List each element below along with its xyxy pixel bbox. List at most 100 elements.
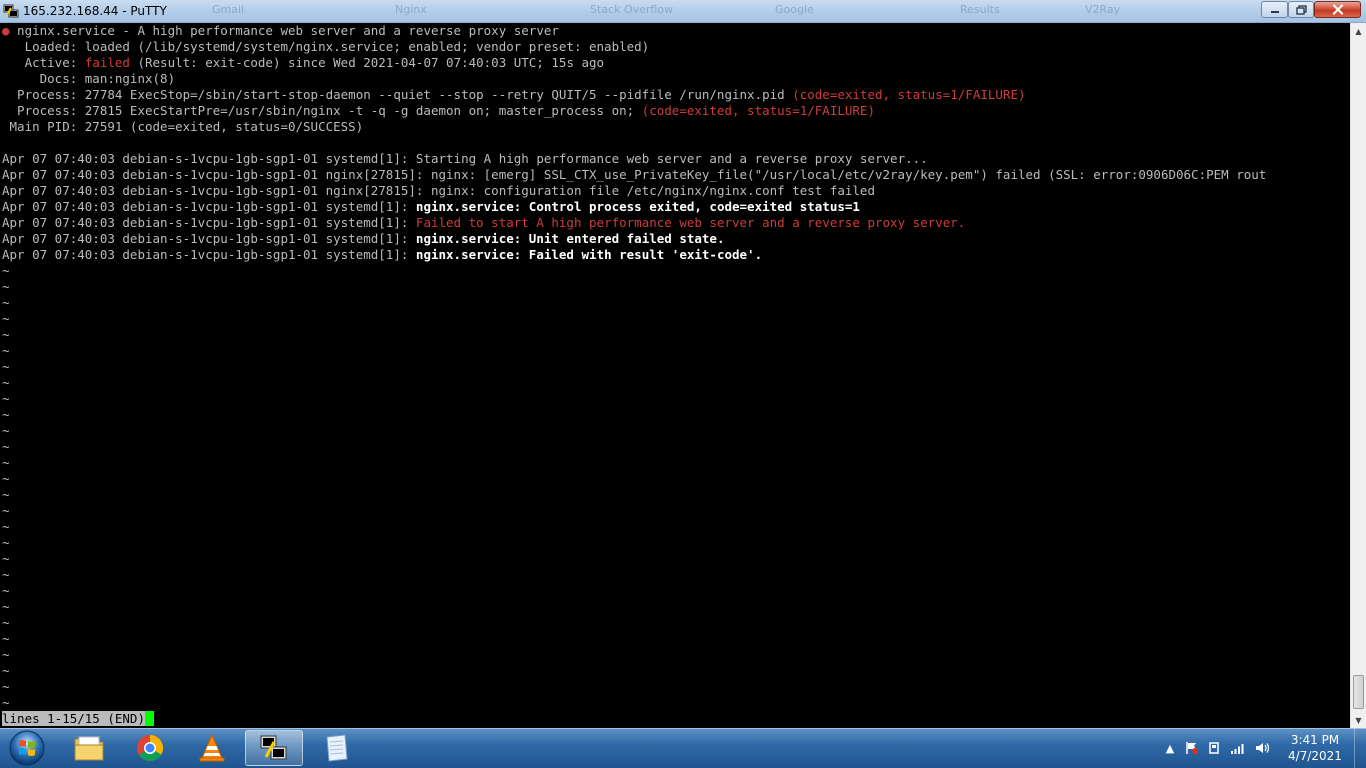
status-process-line: Process: 27784 ExecStop=/sbin/start-stop… [2, 87, 1026, 102]
network-signal-icon[interactable] [1230, 740, 1246, 756]
log-prefix: Apr 07 07:40:03 debian-s-1vcpu-1gb-sgp1-… [2, 151, 416, 166]
putty-icon [3, 4, 19, 18]
log-line: Apr 07 07:40:03 debian-s-1vcpu-1gb-sgp1-… [2, 215, 965, 231]
taskbar-vlc[interactable] [183, 730, 241, 766]
pager-tilde: ~ [2, 439, 10, 454]
clock-date: 4/7/2021 [1288, 749, 1342, 763]
log-line: Apr 07 07:40:03 debian-s-1vcpu-1gb-sgp1-… [2, 199, 860, 215]
action-center-flag-icon[interactable] [1184, 740, 1200, 756]
volume-icon[interactable] [1255, 740, 1271, 756]
pager-tilde: ~ [2, 487, 10, 502]
background-tab: V2Ray [1085, 3, 1121, 16]
pager-tilde: ~ [2, 343, 10, 358]
pager-tilde: ~ [2, 647, 10, 662]
windows-orb-icon [9, 730, 45, 766]
restore-icon [1295, 4, 1307, 15]
taskbar-explorer[interactable] [60, 730, 118, 766]
status-active-line: Active: failed (Result: exit-code) since… [2, 55, 605, 70]
folder-icon [74, 736, 104, 761]
close-button[interactable] [1314, 1, 1361, 18]
start-button[interactable] [4, 729, 50, 767]
taskbar-clock[interactable]: 3:41 PM 4/7/2021 [1280, 732, 1350, 764]
close-icon [1332, 4, 1343, 15]
pager-tilde: ~ [2, 295, 10, 310]
status-main-pid-line: Main PID: 27591 (code=exited, status=0/S… [2, 119, 364, 134]
status-process-line: Process: 27815 ExecStartPre=/usr/sbin/ng… [2, 103, 875, 118]
background-tab: Stack Overflow [590, 3, 674, 16]
log-message: nginx.service: Failed with result 'exit-… [415, 247, 763, 262]
taskbar-chrome[interactable] [121, 730, 179, 766]
pager-tilde: ~ [2, 583, 10, 598]
log-message: Failed to start A high performance web s… [415, 215, 966, 230]
title-bar[interactable]: 165.232.168.44 - PuTTY Gmail Nginx Stack… [0, 0, 1366, 23]
pager-tilde: ~ [2, 551, 10, 566]
log-message: nginx: [emerg] SSL_CTX_use_PrivateKey_fi… [430, 167, 1267, 182]
log-prefix: Apr 07 07:40:03 debian-s-1vcpu-1gb-sgp1-… [2, 215, 416, 230]
clock-time: 3:41 PM [1290, 733, 1340, 747]
pager-tilde: ~ [2, 391, 10, 406]
minimize-button[interactable] [1261, 1, 1288, 18]
taskbar-putty[interactable] [245, 730, 303, 766]
pager-tilde: ~ [2, 503, 10, 518]
log-prefix: Apr 07 07:40:03 debian-s-1vcpu-1gb-sgp1-… [2, 247, 416, 262]
log-message: nginx.service: Control process exited, c… [415, 199, 860, 214]
pager-tilde: ~ [2, 359, 10, 374]
window-title: 165.232.168.44 - PuTTY [23, 4, 167, 18]
pager-tilde: ~ [2, 455, 10, 470]
log-prefix: Apr 07 07:40:03 debian-s-1vcpu-1gb-sgp1-… [2, 199, 416, 214]
pager-tilde: ~ [2, 535, 10, 550]
pager-tilde: ~ [2, 279, 10, 294]
background-tab: Results [960, 3, 1000, 16]
background-tab: Gmail [212, 3, 245, 16]
pager-tilde: ~ [2, 599, 10, 614]
pager-status: lines 1-15/15 (END) [2, 711, 145, 726]
taskbar-notepad[interactable] [307, 730, 365, 766]
pager-tilde: ~ [2, 423, 10, 438]
pager-tilde: ~ [2, 327, 10, 342]
terminal-cursor [145, 711, 154, 726]
log-message: nginx: configuration file /etc/nginx/ngi… [430, 183, 875, 198]
background-tab: Google [775, 3, 814, 16]
pager-tilde: ~ [2, 631, 10, 646]
pager-tilde: ~ [2, 311, 10, 326]
terminal-scrollbar[interactable]: ▲ ▼ [1350, 23, 1366, 728]
vlc-icon [199, 733, 225, 762]
notepad-icon [326, 734, 348, 762]
device-icon[interactable] [1206, 740, 1222, 756]
pager-tilde: ~ [2, 567, 10, 582]
pager-tilde: ~ [2, 663, 10, 678]
pager-tilde: ~ [2, 407, 10, 422]
log-line: Apr 07 07:40:03 debian-s-1vcpu-1gb-sgp1-… [2, 247, 762, 263]
log-message: Starting A high performance web server a… [415, 151, 928, 166]
status-docs-line: Docs: man:nginx(8) [2, 71, 176, 86]
log-prefix: Apr 07 07:40:03 debian-s-1vcpu-1gb-sgp1-… [2, 167, 431, 182]
show-desktop-button[interactable] [1354, 728, 1366, 768]
pager-tilde: ~ [2, 471, 10, 486]
pager-tilde: ~ [2, 519, 10, 534]
putty-window: 165.232.168.44 - PuTTY Gmail Nginx Stack… [0, 0, 1366, 728]
status-unit-line: ● nginx.service - A high performance web… [2, 23, 559, 38]
scroll-up-arrow-icon[interactable]: ▲ [1351, 23, 1366, 39]
maximize-button[interactable] [1288, 1, 1314, 18]
active-state: failed [84, 55, 130, 70]
terminal-output[interactable]: ● nginx.service - A high performance web… [0, 23, 1350, 728]
pager-tilde: ~ [2, 615, 10, 630]
scroll-down-arrow-icon[interactable]: ▼ [1351, 712, 1366, 728]
pager-tilde: ~ [2, 679, 10, 694]
pager-status-line: lines 1-15/15 (END) [2, 711, 154, 727]
chrome-icon [136, 734, 164, 762]
log-prefix: Apr 07 07:40:03 debian-s-1vcpu-1gb-sgp1-… [2, 231, 416, 246]
status-loaded-line: Loaded: loaded (/lib/systemd/system/ngin… [2, 39, 650, 54]
show-hidden-icons-icon[interactable]: ▲ [1162, 740, 1178, 756]
status-bullet: ● [2, 23, 10, 38]
taskbar: ▲ 3:41 PM 4/7/2021 [0, 728, 1366, 768]
log-line: Apr 07 07:40:03 debian-s-1vcpu-1gb-sgp1-… [2, 231, 724, 247]
scrollbar-thumb[interactable] [1353, 675, 1364, 709]
minimize-icon [1270, 10, 1279, 13]
background-tab: Nginx [395, 3, 427, 16]
log-line: Apr 07 07:40:03 debian-s-1vcpu-1gb-sgp1-… [2, 167, 1266, 183]
log-prefix: Apr 07 07:40:03 debian-s-1vcpu-1gb-sgp1-… [2, 183, 431, 198]
pager-tilde: ~ [2, 375, 10, 390]
log-line: Apr 07 07:40:03 debian-s-1vcpu-1gb-sgp1-… [2, 151, 928, 167]
pager-tilde: ~ [2, 263, 10, 278]
